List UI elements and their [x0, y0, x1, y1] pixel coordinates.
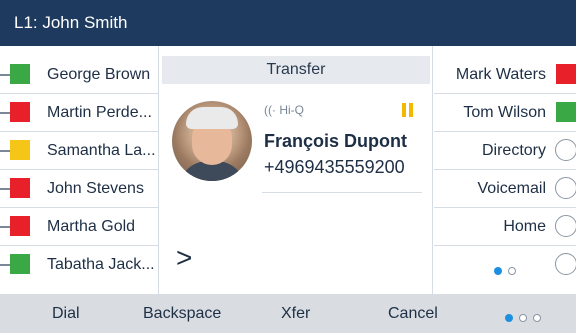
presence-indicator-icon [10, 254, 30, 274]
xfer-button[interactable]: Xfer [281, 294, 310, 333]
page-dot-active [494, 266, 502, 275]
key-stub [0, 150, 10, 152]
radio-circle-icon [555, 215, 576, 237]
key-label: Voicemail [477, 180, 546, 197]
speed-dial-tabatha-jack[interactable]: Tabatha Jack... [0, 246, 158, 284]
caller-avatar [172, 101, 252, 181]
radio-circle-icon [555, 139, 576, 161]
call-state-header: Transfer [162, 56, 430, 84]
presence-indicator-icon [10, 64, 30, 84]
hiq-icon: ((· [264, 103, 276, 117]
key-label: Home [503, 218, 546, 235]
directory-key[interactable]: Directory [434, 132, 576, 170]
hiq-badge: ((· Hi-Q [264, 103, 304, 117]
key-label: Tom Wilson [463, 104, 546, 121]
backspace-button[interactable]: Backspace [143, 294, 221, 333]
radio-circle-icon [555, 253, 576, 275]
divider [432, 46, 433, 294]
presence-indicator-icon [10, 216, 30, 236]
key-stub [0, 226, 10, 228]
speed-dial-samantha-la[interactable]: Samantha La... [0, 132, 158, 170]
presence-indicator-icon [10, 178, 30, 198]
speed-dial-mark-waters[interactable]: Mark Waters [434, 56, 576, 94]
caller-number: +4969435559200 [264, 157, 405, 177]
speed-dial-george-brown[interactable]: George Brown [0, 56, 158, 94]
key-label: Martha Gold [47, 218, 136, 235]
divider [262, 192, 422, 193]
speed-dial-john-stevens[interactable]: John Stevens [0, 170, 158, 208]
right-softkey-column: Mark Waters Tom Wilson Directory Voicema… [434, 56, 576, 284]
avatar-hair [186, 107, 238, 129]
presence-indicator-icon [10, 102, 30, 122]
line-title: L1: John Smith [14, 13, 128, 32]
page-dot [508, 266, 516, 275]
divider [158, 46, 159, 294]
voicemail-key[interactable]: Voicemail [434, 170, 576, 208]
cancel-button[interactable]: Cancel [388, 294, 438, 333]
key-label: Samantha La... [47, 142, 156, 159]
key-label: Mark Waters [455, 66, 546, 83]
key-stub [0, 264, 10, 266]
speed-dial-tom-wilson[interactable]: Tom Wilson [434, 94, 576, 132]
programmable-key-page-indicator[interactable] [494, 262, 522, 280]
key-label: Tabatha Jack... [47, 256, 155, 273]
softkey-page-indicator[interactable] [505, 309, 547, 327]
left-softkey-column: George Brown Martin Perde... Samantha La… [0, 56, 158, 284]
dial-prompt: > [176, 242, 193, 273]
page-dot [533, 313, 541, 322]
key-stub [0, 74, 10, 76]
key-stub [0, 188, 10, 190]
key-label: George Brown [47, 66, 151, 83]
radio-circle-icon [555, 177, 576, 199]
key-stub [0, 112, 10, 114]
caller-name: François Dupont [264, 131, 407, 151]
key-label: Martin Perde... [47, 104, 152, 121]
page-dot [519, 313, 527, 322]
title-bar: L1: John Smith [0, 0, 576, 46]
speed-dial-martha-gold[interactable]: Martha Gold [0, 208, 158, 246]
key-label: John Stevens [47, 180, 144, 197]
home-key[interactable]: Home [434, 208, 576, 246]
presence-indicator-icon [10, 140, 30, 160]
presence-indicator-icon [556, 102, 576, 122]
hiq-label: Hi-Q [279, 103, 305, 117]
speed-dial-martin-perde[interactable]: Martin Perde... [0, 94, 158, 132]
dial-button[interactable]: Dial [52, 294, 80, 333]
presence-indicator-icon [556, 64, 576, 84]
key-label: Directory [481, 142, 546, 159]
page-dot-active [505, 313, 513, 322]
pause-icon [400, 103, 414, 117]
softkey-bar: Dial Backspace Xfer Cancel [0, 294, 576, 333]
